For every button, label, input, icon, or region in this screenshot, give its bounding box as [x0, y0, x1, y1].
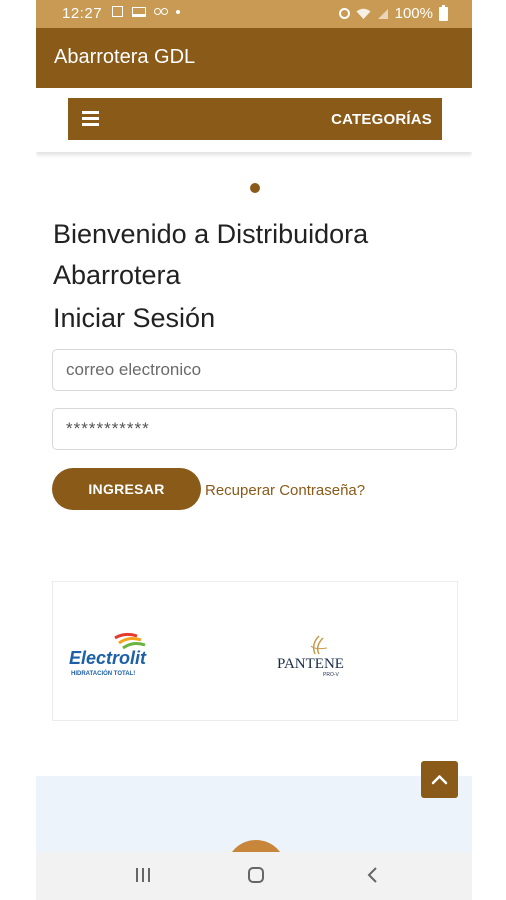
- hamburger-icon[interactable]: [82, 111, 99, 126]
- brands-carousel: Electrolit HIDRATACIÓN TOTAL! PANTENE PR…: [52, 581, 458, 721]
- electrolit-tagline: HIDRATACIÓN TOTAL!: [71, 669, 135, 677]
- electrolit-logo-text: Electrolit: [69, 648, 147, 668]
- status-time: 12:27: [62, 5, 103, 22]
- status-icons-right: 100%: [338, 4, 448, 22]
- laptop-icon: [132, 6, 146, 17]
- navbar-container: CATEGORÍAS: [36, 88, 472, 152]
- welcome-line-2: Abarrotera: [53, 260, 181, 290]
- system-navigation-bar: [36, 852, 472, 900]
- pantene-logo-text: PANTENE: [277, 656, 344, 672]
- app-title: Abarrotera GDL: [54, 46, 196, 68]
- status-bar: 12:27 100%: [36, 0, 472, 28]
- electrolit-logo[interactable]: Electrolit HIDRATACIÓN TOTAL!: [67, 630, 157, 680]
- chevron-up-icon: [431, 775, 448, 785]
- app-frame: 12:27 100% Abarrotera GDL CATEGORÍAS Bie…: [36, 0, 472, 900]
- carousel-indicator[interactable]: [250, 183, 260, 193]
- battery-percent: 100%: [394, 5, 433, 22]
- signal-icon: [377, 8, 388, 19]
- welcome-heading: Bienvenido a Distribuidora Abarrotera: [53, 214, 453, 296]
- dot-icon: [176, 9, 180, 14]
- image-icon: [112, 6, 123, 17]
- app-bar: Abarrotera GDL: [36, 28, 472, 88]
- email-field[interactable]: [52, 349, 457, 391]
- welcome-line-1: Bienvenido a Distribuidora: [53, 219, 369, 249]
- recover-password-link[interactable]: Recuperar Contraseña?: [205, 482, 365, 499]
- recent-apps-icon[interactable]: [134, 866, 152, 884]
- categories-button[interactable]: CATEGORÍAS: [331, 111, 432, 128]
- wifi-icon: [356, 8, 371, 19]
- back-icon[interactable]: [364, 866, 382, 884]
- login-button[interactable]: INGRESAR: [52, 468, 201, 510]
- navbar: CATEGORÍAS: [68, 98, 442, 140]
- home-icon[interactable]: [247, 866, 265, 884]
- battery-icon: [439, 4, 448, 21]
- voicemail-icon: [154, 8, 168, 15]
- pantene-logo[interactable]: PANTENE PRO-V: [275, 632, 349, 680]
- alarm-icon: [338, 8, 350, 19]
- password-field[interactable]: [52, 408, 457, 450]
- scroll-to-top-button[interactable]: [421, 761, 458, 798]
- login-title: Iniciar Sesión: [53, 303, 216, 333]
- status-icons-left: [112, 6, 180, 17]
- pantene-tagline: PRO-V: [323, 672, 340, 678]
